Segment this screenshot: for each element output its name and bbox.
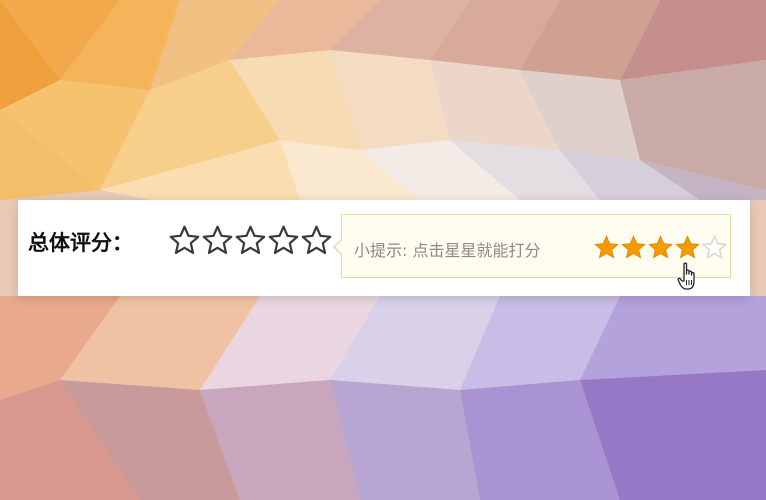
star-outline-icon[interactable]	[201, 224, 234, 257]
hand-pointer-icon	[677, 262, 695, 290]
rating-label: 总体评分：	[28, 231, 133, 255]
hint-tooltip: 小提示: 点击星星就能打分	[333, 214, 731, 290]
star-outline-icon[interactable]	[300, 224, 333, 257]
star-empty-icon	[701, 234, 728, 261]
tooltip-arrow	[333, 239, 342, 255]
star-filled-icon	[593, 234, 620, 261]
star-filled-icon	[620, 234, 647, 261]
rating-panel: 总体评分： 小提示: 点击星星就能打分	[18, 200, 750, 296]
star-outline-icon[interactable]	[168, 224, 201, 257]
hint-text: 小提示: 点击星星就能打分	[354, 241, 541, 260]
star-outline-icon[interactable]	[267, 224, 300, 257]
demo-stars	[593, 234, 728, 261]
star-filled-icon	[674, 234, 701, 261]
star-rating-control	[168, 222, 333, 258]
star-filled-icon	[647, 234, 674, 261]
star-outline-icon[interactable]	[234, 224, 267, 257]
